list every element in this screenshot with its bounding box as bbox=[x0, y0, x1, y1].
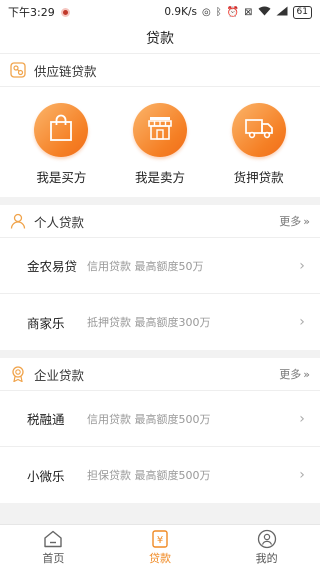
cargo-pledge-label: 货押贷款 bbox=[233, 169, 284, 185]
chevron-right-icon: › bbox=[299, 410, 305, 427]
tab-label: 贷款 bbox=[149, 552, 171, 565]
enterprise-loan-header: 企业贷款 更多 » bbox=[0, 358, 320, 391]
more-label: 更多 bbox=[279, 368, 302, 381]
loan-row-xiaoweile[interactable]: 小微乐 担保贷款 最高额度500万 › bbox=[0, 447, 320, 503]
chevron-right-icon: › bbox=[299, 257, 305, 274]
loan-name: 小微乐 bbox=[27, 468, 65, 484]
sim-icon: ⊠ bbox=[244, 6, 253, 18]
chevron-right-icon: › bbox=[299, 467, 305, 483]
buyer-label: 我是买方 bbox=[36, 169, 87, 185]
double-chevron-icon: » bbox=[303, 214, 310, 228]
loan-name: 税融通 bbox=[27, 412, 65, 427]
personal-loan-header: 个人贷款 更多 » bbox=[0, 205, 320, 238]
wifi-icon bbox=[258, 6, 271, 19]
medal-icon bbox=[10, 366, 26, 382]
storefront-icon bbox=[146, 115, 174, 145]
bottom-tab-bar: 首页 ¥ 贷款 我的 bbox=[0, 524, 320, 570]
truck-icon bbox=[244, 116, 274, 144]
personal-loan-section: 个人贷款 更多 » 金农易贷 信用贷款 最高额度50万 › 商家乐 抵押贷款 最… bbox=[0, 205, 320, 350]
network-speed: 0.9K/s bbox=[164, 6, 197, 18]
enterprise-more-link[interactable]: 更多 » bbox=[279, 366, 310, 382]
loan-desc: 信用贷款 最高额度50万 bbox=[87, 259, 204, 273]
supply-chain-title: 供应链贷款 bbox=[34, 63, 97, 79]
chain-icon bbox=[10, 62, 26, 78]
battery-icon: 61 bbox=[292, 5, 312, 19]
loan-desc: 抵押贷款 最高额度300万 bbox=[87, 316, 211, 329]
supply-chain-section: 供应链贷款 我是买方 我是卖方 货押贷款 bbox=[0, 54, 320, 197]
status-bar: 下午3:29 0.9K/s ◎ ᛒ ⏰ ⊠ 61 bbox=[0, 0, 320, 24]
app-root: 下午3:29 0.9K/s ◎ ᛒ ⏰ ⊠ 61 贷款 供应链贷款 我是买方 我… bbox=[0, 0, 320, 570]
divider bbox=[0, 197, 320, 205]
enterprise-loan-title: 企业贷款 bbox=[34, 367, 85, 383]
bluetooth-icon: ᛒ bbox=[215, 6, 222, 18]
chevron-right-icon: › bbox=[299, 314, 305, 330]
shopping-bag-icon bbox=[48, 114, 74, 146]
cargo-pledge-option[interactable]: 货押贷款 bbox=[219, 102, 299, 186]
notification-icon bbox=[60, 7, 70, 17]
tab-mine[interactable]: 我的 bbox=[213, 525, 320, 570]
page-title: 贷款 bbox=[0, 24, 320, 54]
tab-loan[interactable]: ¥ 贷款 bbox=[107, 525, 214, 570]
home-icon bbox=[43, 529, 63, 549]
supply-chain-header: 供应链贷款 bbox=[0, 54, 320, 87]
tab-label: 首页 bbox=[42, 552, 65, 565]
loan-name: 商家乐 bbox=[27, 315, 65, 331]
person-icon bbox=[10, 213, 26, 229]
yuan-icon: ¥ bbox=[150, 529, 170, 549]
tab-home[interactable]: 首页 bbox=[0, 525, 107, 570]
double-chevron-icon: » bbox=[303, 367, 310, 381]
loan-row-shuirongtong[interactable]: 税融通 信用贷款 最高额度500万 › bbox=[0, 391, 320, 447]
nfc-icon: ◎ bbox=[201, 6, 211, 18]
seller-label: 我是卖方 bbox=[134, 169, 185, 185]
more-label: 更多 bbox=[279, 215, 302, 228]
buyer-option[interactable]: 我是买方 bbox=[21, 102, 101, 186]
enterprise-loan-section: 企业贷款 更多 » 税融通 信用贷款 最高额度500万 › 小微乐 担保贷款 最… bbox=[0, 358, 320, 503]
status-time: 下午3:29 bbox=[8, 6, 55, 19]
user-icon bbox=[257, 529, 277, 549]
svg-text:¥: ¥ bbox=[157, 535, 163, 546]
divider bbox=[0, 350, 320, 358]
personal-more-link[interactable]: 更多 » bbox=[279, 213, 310, 229]
loan-desc: 信用贷款 最高额度500万 bbox=[87, 412, 211, 426]
loan-name: 金农易贷 bbox=[27, 259, 78, 274]
seller-option[interactable]: 我是卖方 bbox=[120, 102, 200, 186]
signal-icon bbox=[276, 6, 288, 19]
loan-row-jinnong[interactable]: 金农易贷 信用贷款 最高额度50万 › bbox=[0, 238, 320, 294]
loan-desc: 担保贷款 最高额度500万 bbox=[87, 469, 211, 482]
loan-row-shangjiale[interactable]: 商家乐 抵押贷款 最高额度300万 › bbox=[0, 294, 320, 350]
supply-chain-options: 我是买方 我是卖方 货押贷款 bbox=[0, 87, 320, 197]
tab-label: 我的 bbox=[255, 552, 278, 565]
personal-loan-title: 个人贷款 bbox=[34, 214, 85, 230]
alarm-icon: ⏰ bbox=[226, 6, 240, 18]
